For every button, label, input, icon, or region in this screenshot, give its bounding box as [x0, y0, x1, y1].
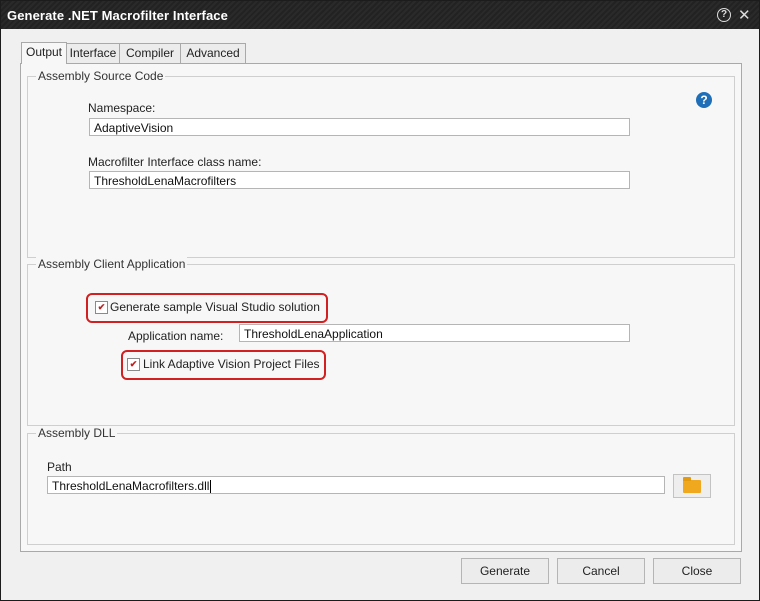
link-project-files-checkbox[interactable]: ✔	[127, 358, 140, 371]
tab-compiler[interactable]: Compiler	[119, 43, 181, 63]
tab-advanced[interactable]: Advanced	[180, 43, 246, 63]
tab-interface[interactable]: Interface	[66, 43, 120, 63]
assembly-dll-group: Assembly DLL Path ThresholdLenaMacrofilt…	[27, 426, 735, 545]
close-icon[interactable]: ✕	[738, 6, 751, 24]
browse-folder-button[interactable]	[673, 474, 711, 498]
folder-icon	[683, 477, 701, 493]
group-legend: Assembly Source Code	[36, 69, 166, 83]
output-panel: Assembly Source Code Namespace: Adaptive…	[20, 63, 742, 552]
path-value: ThresholdLenaMacrofilters.dll	[52, 479, 210, 493]
text-caret	[210, 480, 212, 494]
title-bar: Generate .NET Macrofilter Interface ? ✕	[1, 1, 759, 29]
help-icon[interactable]: ?	[717, 8, 731, 22]
application-name-label: Application name:	[128, 329, 224, 343]
assembly-client-application-group: Assembly Client Application ✔ Generate s…	[27, 257, 735, 426]
namespace-label: Namespace:	[88, 101, 156, 115]
group-legend: Assembly Client Application	[36, 257, 188, 271]
application-name-input[interactable]: ThresholdLenaApplication	[239, 324, 630, 342]
cancel-button[interactable]: Cancel	[557, 558, 645, 584]
dialog-window: Generate .NET Macrofilter Interface ? ✕ …	[0, 0, 760, 601]
help-icon[interactable]: ?	[696, 92, 712, 108]
namespace-input[interactable]: AdaptiveVision	[89, 118, 630, 136]
close-button[interactable]: Close	[653, 558, 741, 584]
path-label: Path	[47, 460, 72, 474]
link-project-files-label[interactable]: Link Adaptive Vision Project Files	[143, 357, 320, 371]
window-title: Generate .NET Macrofilter Interface	[7, 8, 228, 23]
path-input[interactable]: ThresholdLenaMacrofilters.dll	[47, 476, 665, 494]
class-name-label: Macrofilter Interface class name:	[88, 155, 262, 169]
class-name-input[interactable]: ThresholdLenaMacrofilters	[89, 171, 630, 189]
generate-button[interactable]: Generate	[461, 558, 549, 584]
group-legend: Assembly DLL	[36, 426, 118, 440]
generate-solution-label[interactable]: Generate sample Visual Studio solution	[110, 300, 320, 314]
tab-output[interactable]: Output	[21, 42, 67, 64]
generate-solution-checkbox[interactable]: ✔	[95, 301, 108, 314]
assembly-source-code-group: Assembly Source Code Namespace: Adaptive…	[27, 69, 735, 258]
